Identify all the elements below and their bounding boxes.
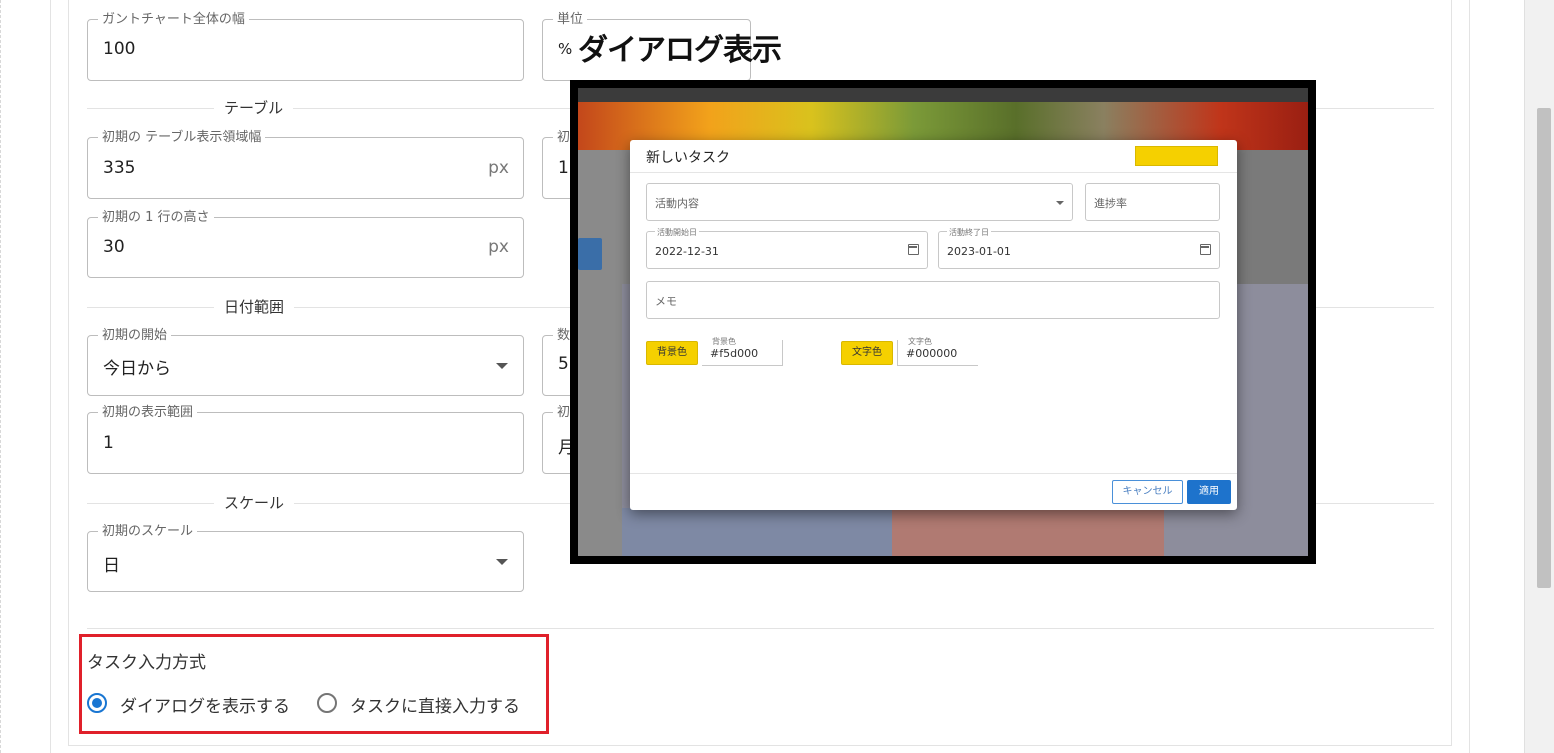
table-width-suffix: px (488, 158, 509, 178)
text-color-value: #000000 (906, 347, 958, 360)
scale-select[interactable]: 初期のスケール 日 (87, 524, 524, 592)
screenshot-button (578, 238, 602, 270)
progress-field[interactable]: 進捗率 (1085, 183, 1220, 221)
row-height-label: 初期の 1 行の高さ (98, 210, 214, 225)
activity-select[interactable]: 活動内容 (646, 183, 1073, 221)
chevron-down-icon (496, 559, 508, 565)
end-date-field[interactable]: 活動終了日 2023-01-01 (938, 227, 1220, 269)
scale-label: 初期のスケール (98, 524, 198, 539)
dialog-header-divider (630, 172, 1237, 173)
calendar-icon[interactable] (908, 244, 919, 255)
scale-value: 日 (103, 556, 120, 576)
activity-placeholder: 活動内容 (655, 197, 699, 210)
count-value: 5 (558, 354, 569, 374)
radio-dialog[interactable] (87, 693, 107, 713)
gantt-width-value: 100 (103, 39, 136, 59)
progress-placeholder: 進捗率 (1094, 197, 1127, 210)
start-value: 今日から (103, 359, 171, 379)
table-width-label: 初期の テーブル表示領域幅 (98, 130, 266, 145)
bg-color-field[interactable]: 背景色 #f5d000 (702, 336, 783, 366)
task-input-divider (87, 628, 1434, 629)
display-range-label: 初期の表示範囲 (98, 405, 198, 420)
bg-color-value: #f5d000 (710, 347, 759, 360)
screenshot-topbar (578, 88, 1308, 102)
display-range-value: 1 (103, 433, 114, 453)
gantt-width-label: ガントチャート全体の幅 (98, 12, 249, 27)
unit-value: % (558, 40, 573, 58)
screenshot-gantt-bar (622, 508, 892, 556)
memo-placeholder: メモ (655, 295, 677, 308)
calendar-icon[interactable] (1200, 244, 1211, 255)
table-width-field[interactable]: 初期の テーブル表示領域幅 335 px (87, 130, 524, 199)
end-date-label: 活動終了日 (947, 227, 991, 238)
task-input-title: タスク入力方式 (87, 653, 206, 673)
table-section-label: テーブル (214, 99, 294, 117)
start-date-field[interactable]: 活動開始日 2022-12-31 (646, 227, 928, 269)
radio-direct-input-label[interactable]: タスクに直接入力する (350, 692, 520, 717)
scale-section-label: スケール (214, 494, 295, 512)
dialog-title: 新しいタスク (646, 150, 730, 166)
table-width-value: 335 (103, 158, 136, 178)
row-height-value: 30 (103, 237, 125, 257)
screenshot-gantt-bar (892, 508, 1164, 556)
radio-dialog-label[interactable]: ダイアログを表示する (120, 692, 290, 717)
cancel-button[interactable]: キャンセル (1112, 480, 1183, 504)
start-select[interactable]: 初期の開始 今日から (87, 328, 524, 396)
start-date-value: 2022-12-31 (655, 245, 719, 258)
end-date-value: 2023-01-01 (947, 245, 1011, 258)
row-height-suffix: px (488, 237, 509, 257)
radio-direct-input[interactable] (317, 693, 337, 713)
text-color-button[interactable]: 文字色 (841, 341, 893, 365)
new-task-dialog: 新しいタスク 活動内容 進捗率 活動開始日 2022-12-31 活動終了日 2… (630, 140, 1237, 510)
page-edge (0, 0, 2, 753)
bg-color-button[interactable]: 背景色 (646, 341, 698, 365)
dialog-display-heading: ダイアログ表示 (578, 33, 782, 68)
radio-selected-dot (92, 698, 102, 708)
apply-button[interactable]: 適用 (1187, 480, 1231, 504)
gantt-width-field[interactable]: ガントチャート全体の幅 100 (87, 12, 524, 81)
dialog-footer-divider (630, 473, 1237, 474)
scrollbar-thumb[interactable] (1537, 108, 1551, 588)
chevron-down-icon (1056, 201, 1064, 205)
memo-field[interactable]: メモ (646, 281, 1220, 319)
bg-color-label: 背景色 (710, 336, 738, 347)
date-section-label: 日付範囲 (214, 298, 295, 316)
text-color-label: 文字色 (906, 336, 934, 347)
chevron-down-icon (496, 363, 508, 369)
row-height-field[interactable]: 初期の 1 行の高さ 30 px (87, 210, 524, 278)
color-preview-chip (1135, 146, 1218, 166)
start-date-label: 活動開始日 (655, 227, 699, 238)
text-color-field[interactable]: 文字色 #000000 (897, 336, 978, 366)
start-label: 初期の開始 (98, 328, 172, 343)
display-range-field[interactable]: 初期の表示範囲 1 (87, 405, 524, 474)
